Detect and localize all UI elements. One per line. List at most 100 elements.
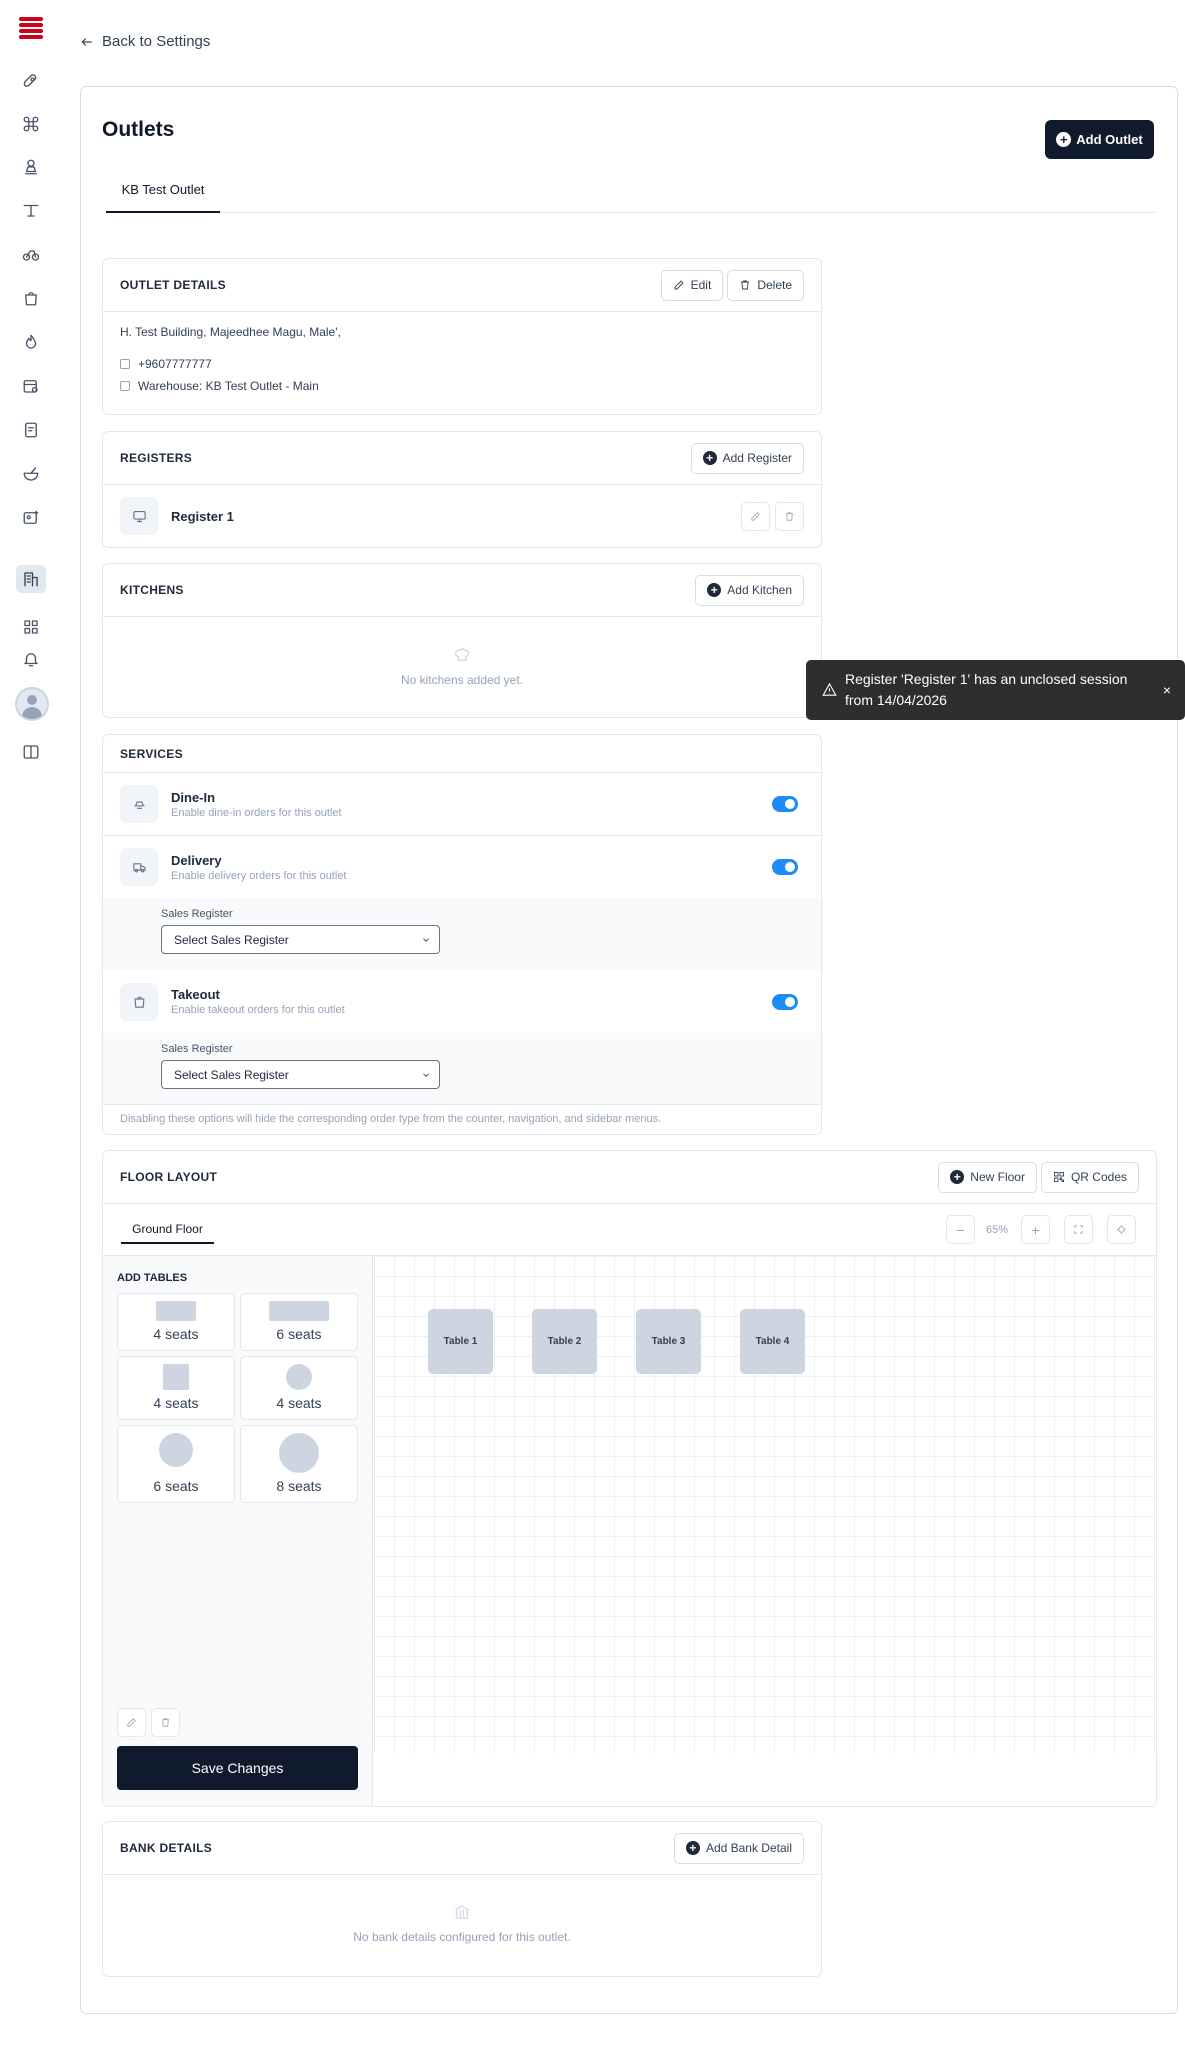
sidebar-toggle-icon[interactable] [18, 739, 44, 765]
floor-table-4[interactable]: Table 4 [740, 1309, 805, 1374]
close-icon[interactable]: × [1163, 680, 1171, 701]
add-register-button[interactable]: + Add Register [690, 442, 804, 474]
floor-canvas[interactable]: Table 1 Table 2 Table 3 Table 4 [374, 1256, 1156, 1806]
floor-layout-title: FLOOR LAYOUT [120, 1170, 218, 1184]
add-kitchen-label: Add Kitchen [727, 583, 792, 597]
add-bank-detail-button[interactable]: + Add Bank Detail [673, 1832, 804, 1864]
table-template-4-round[interactable]: 4 seats [240, 1356, 358, 1420]
takeout-toggle[interactable] [772, 993, 798, 1010]
calendar-search-icon[interactable] [18, 373, 44, 399]
bag-icon[interactable] [18, 285, 44, 311]
floor-table-2[interactable]: Table 2 [532, 1309, 597, 1374]
outlet-details-title: OUTLET DETAILS [120, 278, 226, 292]
round-table-shape [279, 1433, 319, 1473]
table-label: Table 4 [755, 1336, 790, 1347]
delivery-toggle[interactable] [772, 859, 798, 875]
back-to-settings-link[interactable]: Back to Settings [80, 33, 210, 50]
table-template-6-round[interactable]: 6 seats [117, 1425, 235, 1503]
edit-outlet-button[interactable]: Edit [660, 269, 724, 301]
template-label: 8 seats [276, 1478, 322, 1494]
apps-icon[interactable] [18, 614, 44, 640]
delivery-sales-register-select[interactable]: Select Sales Register [161, 925, 440, 954]
delivery-sales-register: Sales Register Select Sales Register [103, 898, 821, 970]
registers-title: REGISTERS [120, 451, 193, 465]
table-template-8-round[interactable]: 8 seats [240, 1425, 358, 1503]
table-template-6-rect[interactable]: 6 seats [240, 1293, 358, 1351]
service-name: Delivery [171, 852, 222, 868]
fullscreen-button[interactable] [1064, 1215, 1093, 1244]
bell-icon[interactable] [18, 646, 44, 672]
back-link-label: Back to Settings [102, 33, 211, 50]
edit-register-button[interactable] [741, 501, 770, 531]
chevron-down-icon [423, 937, 429, 942]
dine-in-icon [120, 785, 158, 823]
user-avatar[interactable] [15, 687, 49, 721]
rocket-icon[interactable] [18, 68, 44, 94]
floor-table-1[interactable]: Table 1 [428, 1309, 493, 1374]
square-table-shape [163, 1364, 189, 1390]
add-outlet-button[interactable]: + Add Outlet [1045, 120, 1154, 159]
zoom-out-button[interactable]: − [946, 1215, 975, 1244]
new-floor-label: New Floor [970, 1170, 1025, 1184]
sales-register-label: Sales Register [161, 1043, 233, 1055]
table-icon[interactable] [18, 197, 44, 223]
register-name: Register 1 [171, 508, 234, 524]
delete-outlet-button[interactable]: Delete [727, 269, 804, 301]
floor-tab-label: Ground Floor [132, 1222, 203, 1236]
table-template-4-square[interactable]: 4 seats [117, 1356, 235, 1420]
rect-table-shape [269, 1301, 329, 1321]
truck-icon [120, 848, 158, 886]
service-desc: Enable delivery orders for this outlet [171, 869, 347, 882]
building-icon[interactable] [16, 565, 46, 593]
receipt-icon[interactable] [18, 417, 44, 443]
floor-table-3[interactable]: Table 3 [636, 1309, 701, 1374]
qr-codes-button[interactable]: QR Codes [1040, 1161, 1139, 1193]
edit-label: Edit [690, 278, 712, 292]
app-logo[interactable] [19, 17, 43, 43]
image-settings-icon[interactable] [18, 505, 44, 531]
tab-kb-test-outlet[interactable]: KB Test Outlet [106, 182, 220, 213]
plus-circle-icon: + [950, 1170, 965, 1184]
phone-icon [120, 359, 130, 369]
monitor-icon [120, 497, 158, 535]
services-card: SERVICES Dine-In Enable dine-in orders f… [102, 734, 822, 1135]
save-changes-button[interactable]: Save Changes [117, 1746, 358, 1790]
rect-table-shape [156, 1301, 196, 1321]
add-kitchen-button[interactable]: + Add Kitchen [695, 574, 804, 606]
registers-card: REGISTERS + Add Register Register 1 [102, 431, 822, 548]
sidebar [0, 0, 56, 2050]
takeout-sales-register-select[interactable]: Select Sales Register [161, 1060, 440, 1089]
salad-icon[interactable] [18, 461, 44, 487]
stamp-icon[interactable] [18, 154, 44, 180]
services-footnote: Disabling these options will hide the co… [120, 1113, 662, 1125]
sales-register-label: Sales Register [161, 908, 233, 920]
delete-register-button[interactable] [775, 501, 804, 531]
zoom-in-button[interactable]: + [1021, 1215, 1050, 1244]
page-title: Outlets [102, 118, 175, 141]
qr-code-icon [1054, 1172, 1064, 1182]
bike-icon[interactable] [18, 241, 44, 267]
new-floor-button[interactable]: + New Floor [938, 1161, 1037, 1193]
floor-layout-card: FLOOR LAYOUT + New Floor QR Codes Ground… [102, 1150, 1157, 1807]
dine-in-toggle[interactable] [772, 796, 798, 812]
table-template-4-rect[interactable]: 4 seats [117, 1293, 235, 1351]
outlet-tab-bar [106, 212, 1156, 213]
select-value: Select Sales Register [174, 1067, 289, 1082]
add-outlet-label: Add Outlet [1076, 132, 1143, 147]
recenter-button[interactable] [1107, 1215, 1136, 1244]
edit-table-button[interactable] [117, 1708, 146, 1737]
tab-ground-floor[interactable]: Ground Floor [121, 1222, 214, 1244]
flame-icon[interactable] [18, 329, 44, 355]
floor-tab-bar: Ground Floor − 65% + [103, 1204, 1156, 1256]
round-table-shape [286, 1364, 312, 1390]
qr-codes-label: QR Codes [1070, 1170, 1127, 1184]
bank-details-title: BANK DETAILS [120, 1841, 213, 1855]
kitchens-empty-state: No kitchens added yet. [103, 617, 821, 687]
service-row-delivery: Delivery Enable delivery orders for this… [103, 836, 821, 898]
table-label: Table 1 [443, 1336, 478, 1347]
outlet-address: H. Test Building, Majeedhee Magu, Male', [120, 325, 341, 339]
service-row-dine-in: Dine-In Enable dine-in orders for this o… [103, 773, 821, 836]
service-desc: Enable takeout orders for this outlet [171, 1004, 345, 1016]
command-icon[interactable] [18, 111, 44, 137]
delete-table-button[interactable] [151, 1708, 180, 1737]
